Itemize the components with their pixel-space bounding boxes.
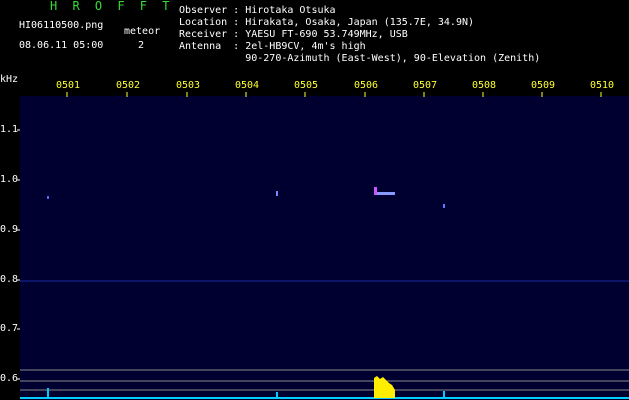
- signal-level-panel: [20, 369, 629, 399]
- frequency-tick-marks: [17, 129, 20, 380]
- spectrogram-overlay: [17, 92, 629, 399]
- time-tick-marks: [66, 92, 602, 97]
- meteor-echoes: [47, 187, 445, 208]
